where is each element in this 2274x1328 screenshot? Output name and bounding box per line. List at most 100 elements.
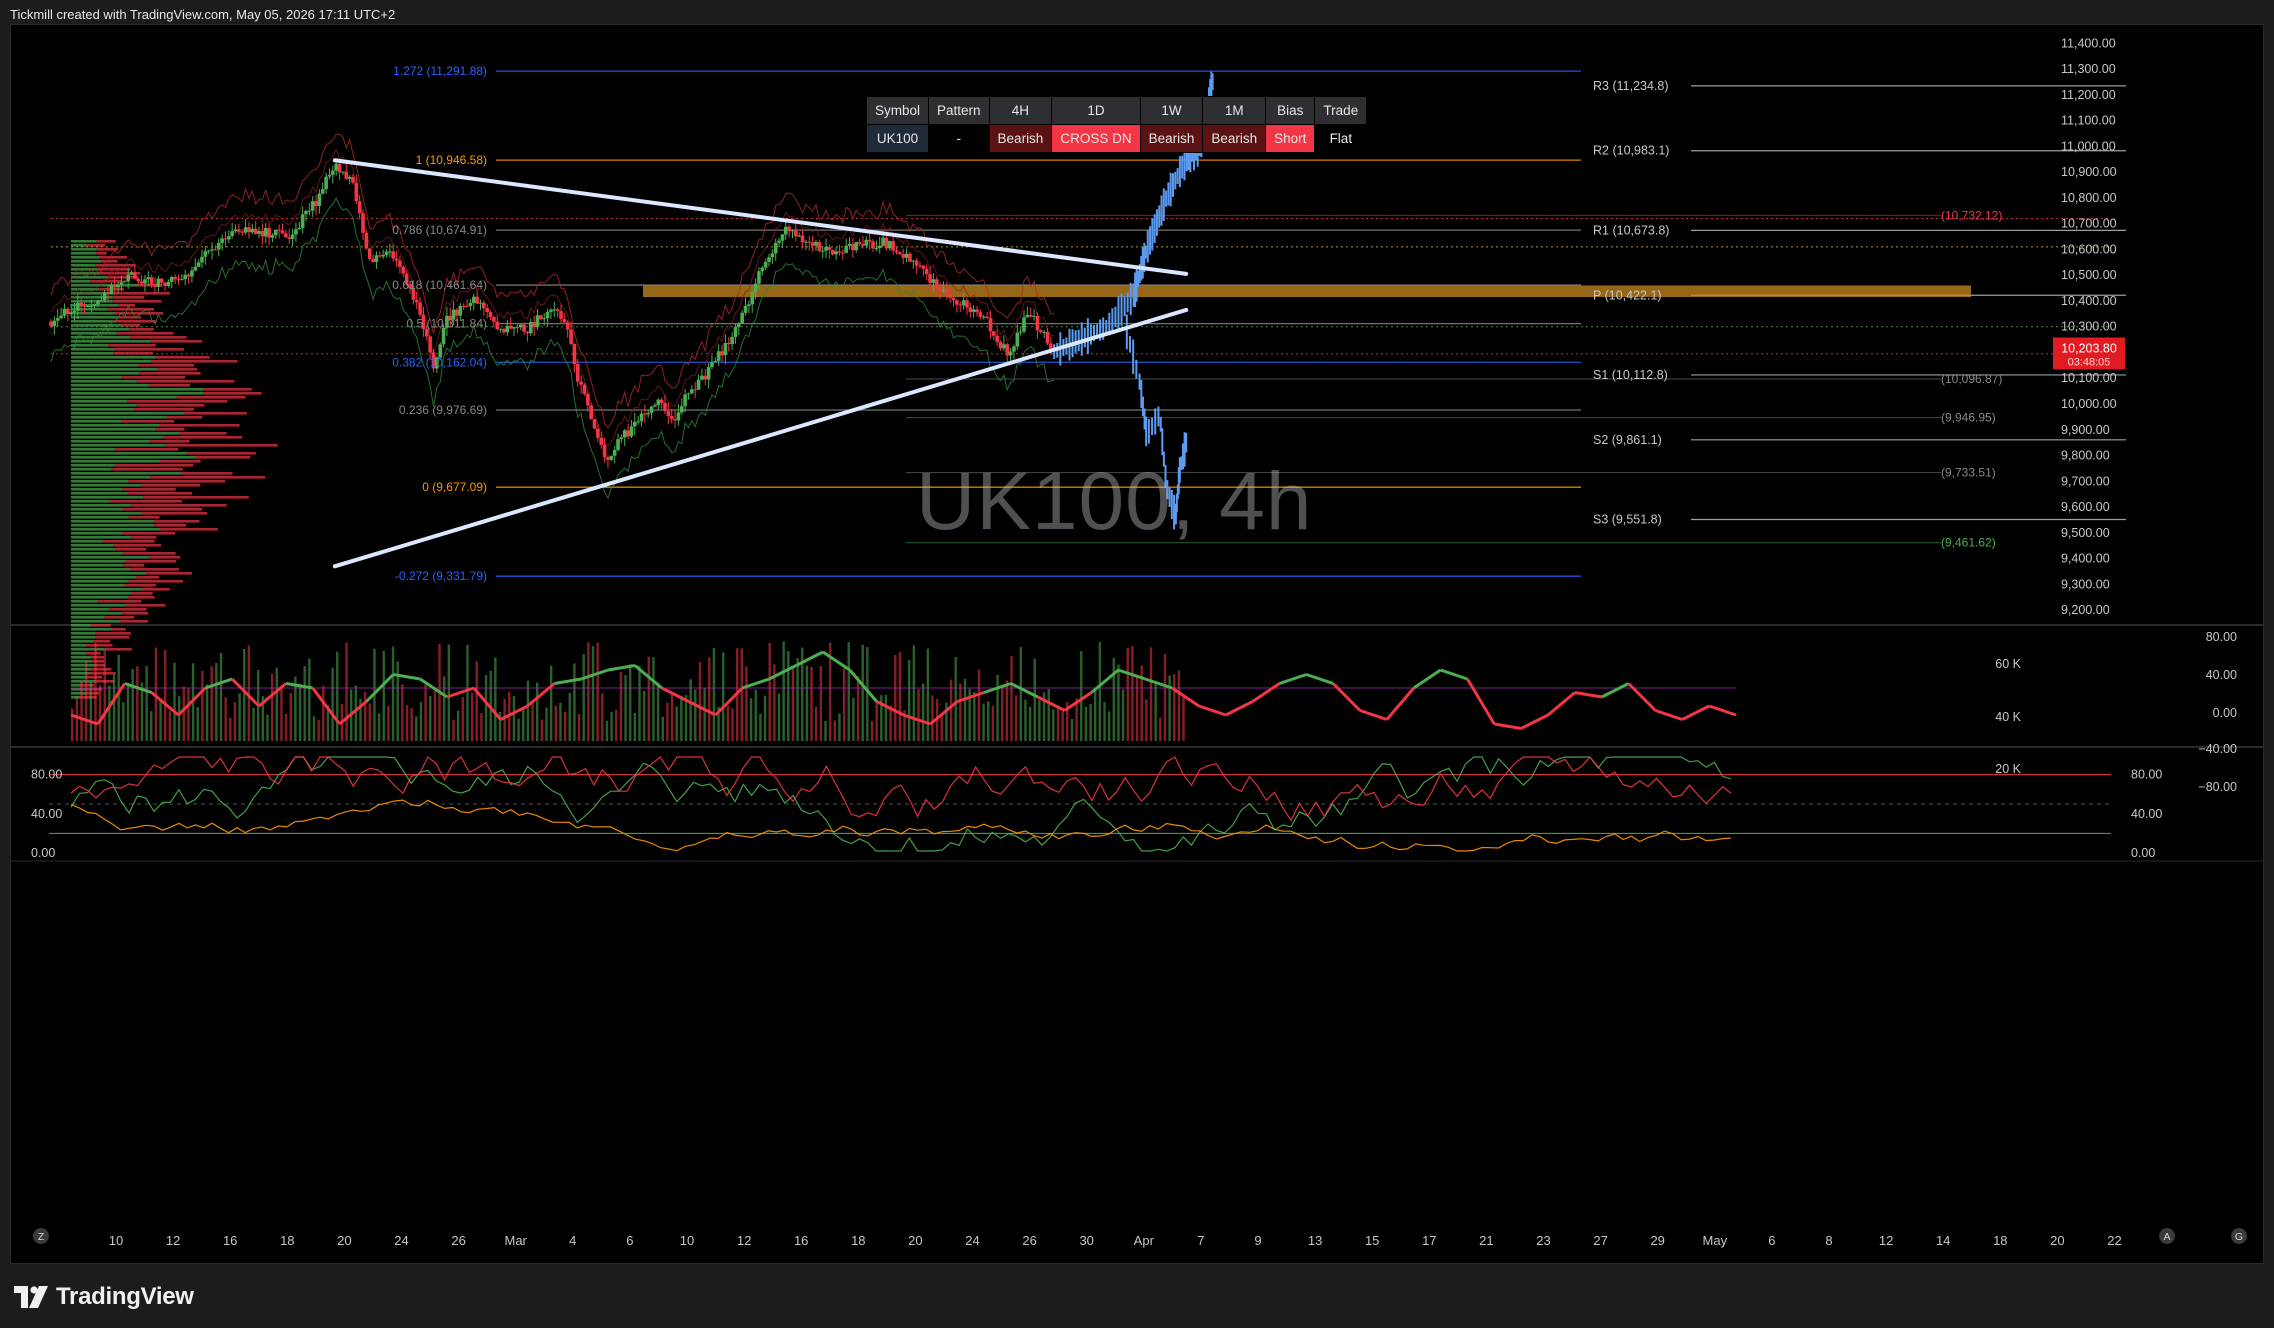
volume-bar [568,692,571,741]
volume-profile-bar [71,408,134,411]
volume-profile-bar [71,580,129,583]
time-tick: 18 [1993,1233,2007,1248]
candle-body [703,375,708,380]
volume-axis-label: 20 K [1995,762,2021,776]
volume-bar [898,651,902,741]
volume-profile-bar [141,588,170,591]
volume-bar [861,644,864,741]
candle-body [247,227,251,233]
volume-profile-bar [71,632,96,635]
volume-profile-bar [71,248,97,251]
volume-bar [591,645,595,741]
pivot-label: S1 (10,112.8) [1593,368,1668,382]
volume-bar [647,656,650,741]
stoch-left-axis-label: 40.00 [31,807,62,821]
volume-profile-bar [151,340,203,343]
oscillator-line [338,700,368,726]
candle-body [559,311,563,319]
volume-profile-bar [149,384,190,387]
oscillator-line [1171,686,1200,708]
pivot-label: S2 (9,861.1) [1593,433,1662,447]
volume-bar [201,670,204,741]
volume-bar [1131,645,1134,741]
volume-bar [1028,706,1032,741]
volume-bar [443,676,446,741]
time-tick: 18 [280,1233,294,1248]
fib-level-label: -0.272 (9,331.79) [395,569,487,583]
volume-profile-bar [108,344,156,347]
volume-bar [1084,706,1088,741]
candle-body [498,328,503,330]
volume-profile-bar [71,692,87,695]
volume-profile-bar [71,508,123,511]
candle-body [1032,315,1036,317]
candle-body [327,174,332,177]
candle-body [596,428,600,438]
candle-body [461,305,466,307]
volume-profile-bar [71,556,149,559]
volume-bar [987,701,990,741]
volume-bar [177,696,181,741]
candle-body [290,234,295,239]
candle-body [569,329,573,344]
volume-bar [824,720,827,741]
candle-body [592,419,597,429]
candle-body [257,230,261,234]
volume-bar [1056,705,1060,741]
candle-body [830,249,835,255]
volume-profile-bar [71,684,81,687]
volume-profile-bar [71,604,126,607]
volume-bar [456,710,460,741]
volume-profile-bar [181,472,233,475]
volume-profile-bar [71,664,96,667]
volume-bar [447,644,451,741]
candle-body [864,239,869,246]
volume-profile-bar [71,624,91,627]
volume-profile-bar [71,440,151,443]
volume-profile-bar [71,488,123,491]
volume-profile-bar [115,464,194,467]
volume-axis-label: 60 K [1995,657,2021,671]
price-tick: 9,900.00 [2061,423,2110,437]
volume-profile-bar [71,444,166,447]
candle-body [186,274,191,277]
candle-body [881,237,885,246]
volume-profile-bar [71,564,123,567]
volume-bar [387,706,390,741]
volume-bar [475,661,478,741]
candle-body [797,235,802,237]
volume-profile-bar [130,536,157,539]
fib-level-label: 0 (9,677.09) [422,480,487,494]
volume-bar [615,709,618,741]
tradingview-logo[interactable]: TradingView [14,1283,194,1311]
volume-bar [680,695,683,741]
chart-svg[interactable]: 1.272 (11,291.88) 1 (10,946.58) 0.786 (10,… [11,25,2263,1263]
candle-body [163,282,167,286]
volume-profile-bar [121,376,186,379]
volume-profile-bar [71,616,105,619]
candle-body [700,375,704,380]
candle-body [388,251,392,253]
candle-body [337,163,342,173]
volume-profile-bar [71,364,139,367]
candle-body [706,366,711,380]
volume-bar [959,683,962,741]
volume-bar [596,642,599,741]
price-axis: 11,400.00 11,300.00 11,200.00 11,100.00 11,0… [2053,36,2125,617]
time-tick: Mar [505,1233,528,1248]
candle-body [515,327,520,329]
volume-profile-bar [124,584,156,587]
volume-bar [740,648,743,741]
volume-bar [666,702,669,741]
oscillator-line [1359,709,1388,721]
volume-profile-bar [71,456,196,459]
volume-bar [89,681,92,741]
candle-body [961,300,966,306]
volume-bar [1177,670,1181,741]
candle-body [86,306,90,308]
volume-bar [1019,647,1022,741]
volume-bar [289,693,292,741]
volume-bar [894,655,897,741]
chart-frame[interactable]: 1.272 (11,291.88) 1 (10,946.58) 0.786 (10,… [10,24,2264,1264]
volume-bar [847,642,850,741]
